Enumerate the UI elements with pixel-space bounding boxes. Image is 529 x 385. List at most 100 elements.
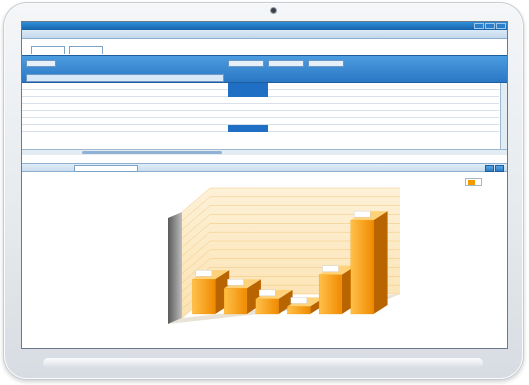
grid-cell[interactable]: [445, 104, 472, 111]
grid-cell[interactable]: [228, 90, 268, 97]
grid-cell[interactable]: [359, 125, 399, 132]
column-header[interactable]: [316, 75, 356, 81]
grid-horizontal-scrollbar[interactable]: [22, 149, 507, 155]
grid-cell[interactable]: [359, 118, 399, 125]
grid-cell[interactable]: [445, 83, 472, 90]
column-header[interactable]: [474, 75, 499, 81]
grid-cell[interactable]: [445, 90, 472, 97]
bar: [192, 279, 216, 315]
row-label: [25, 111, 225, 118]
grid-vertical-scrollbar[interactable]: [500, 83, 507, 149]
grid-cell[interactable]: [272, 104, 312, 111]
column-header[interactable]: [445, 75, 472, 81]
grid-cell[interactable]: [402, 104, 442, 111]
grid-cell[interactable]: [474, 90, 499, 97]
grid-cell[interactable]: [359, 111, 399, 118]
grid-cell[interactable]: [445, 118, 472, 125]
row-label: [25, 83, 225, 90]
grid-cell[interactable]: [228, 104, 268, 111]
column-header[interactable]: [474, 68, 499, 74]
tab[interactable]: [68, 46, 103, 54]
grid-cell[interactable]: [359, 104, 399, 111]
grid-cell[interactable]: [228, 83, 268, 90]
minimize-button[interactable]: [474, 23, 484, 29]
grid-cell[interactable]: [402, 83, 442, 90]
menu-bar: [22, 30, 507, 39]
row-dimension-selector[interactable]: [26, 74, 224, 82]
grid-cell[interactable]: [228, 125, 268, 132]
column-header[interactable]: [359, 75, 399, 81]
table-row[interactable]: [22, 97, 499, 104]
grid-cell[interactable]: [316, 97, 356, 104]
filter-chip[interactable]: [308, 60, 344, 67]
grid-cell[interactable]: [474, 125, 499, 132]
webcam: [271, 8, 276, 13]
grid-cell[interactable]: [445, 111, 472, 118]
grid-cell[interactable]: [445, 125, 472, 132]
grid-cell[interactable]: [316, 104, 356, 111]
grid-cell[interactable]: [474, 111, 499, 118]
chart-area: [22, 172, 507, 348]
grid-cell[interactable]: [402, 125, 442, 132]
bar-side: [373, 211, 388, 314]
grid-cell[interactable]: [272, 83, 312, 90]
grid-cell[interactable]: [359, 83, 399, 90]
grid-cell[interactable]: [445, 97, 472, 104]
data-label-box: [322, 265, 339, 272]
tab[interactable]: [31, 46, 65, 54]
filter-chip[interactable]: [228, 60, 264, 67]
bar: [318, 274, 343, 315]
filter-chip[interactable]: [268, 60, 304, 67]
filter-chip[interactable]: [26, 60, 56, 67]
grid-cell[interactable]: [474, 104, 499, 111]
scrollbar-thumb[interactable]: [82, 151, 222, 154]
grid-cell[interactable]: [272, 97, 312, 104]
table-row[interactable]: [22, 125, 499, 132]
grid-cell[interactable]: [272, 118, 312, 125]
grid-cell[interactable]: [272, 125, 312, 132]
column-header[interactable]: [228, 68, 268, 74]
table-row[interactable]: [22, 90, 499, 97]
close-button[interactable]: [496, 23, 506, 29]
row-label: [25, 97, 225, 104]
chart-close-button[interactable]: [495, 165, 504, 172]
grid-cell[interactable]: [402, 111, 442, 118]
grid-cell[interactable]: [228, 111, 268, 118]
grid-cell[interactable]: [228, 118, 268, 125]
grid-cell[interactable]: [359, 90, 399, 97]
bar: [223, 288, 248, 315]
chart-legend: [465, 178, 482, 186]
grid-cell[interactable]: [402, 118, 442, 125]
bar: [287, 306, 311, 315]
chart-options-button[interactable]: [485, 165, 494, 172]
grid-cell[interactable]: [316, 125, 356, 132]
grid-cell[interactable]: [272, 111, 312, 118]
table-row[interactable]: [22, 111, 499, 118]
row-label: [25, 104, 225, 111]
window-titlebar[interactable]: [22, 22, 507, 30]
table-row[interactable]: [22, 83, 499, 90]
grid-cell[interactable]: [316, 111, 356, 118]
table-row[interactable]: [22, 118, 499, 125]
maximize-button[interactable]: [485, 23, 495, 29]
chart-type-select[interactable]: [74, 165, 138, 172]
grid-cell[interactable]: [474, 118, 499, 125]
column-header[interactable]: [316, 68, 356, 74]
bezel-highlight: [43, 358, 483, 368]
grid-cell[interactable]: [474, 83, 499, 90]
data-label-box: [290, 297, 308, 304]
grid-cell[interactable]: [359, 97, 399, 104]
grid-cell[interactable]: [402, 97, 442, 104]
data-label-box: [353, 210, 371, 218]
grid-cell[interactable]: [474, 97, 499, 104]
grid-cell[interactable]: [272, 90, 312, 97]
column-header[interactable]: [272, 68, 312, 74]
table-row[interactable]: [22, 104, 499, 111]
grid-cell[interactable]: [402, 90, 442, 97]
grid-cell[interactable]: [316, 118, 356, 125]
grid-cell[interactable]: [316, 83, 356, 90]
legend-swatch: [468, 180, 475, 185]
column-header[interactable]: [402, 75, 442, 81]
grid-cell[interactable]: [228, 97, 268, 104]
grid-cell[interactable]: [316, 90, 356, 97]
